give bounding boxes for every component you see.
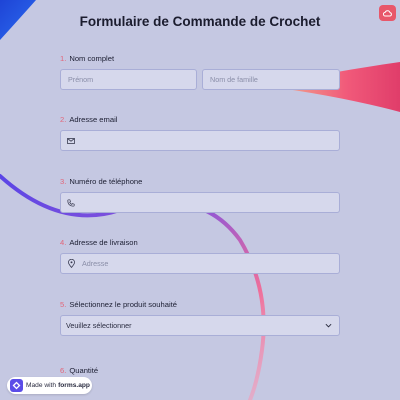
question-number: 6.: [60, 366, 67, 375]
question-label: 6. Quantité: [60, 365, 340, 377]
last-name-placeholder: Nom de famille: [210, 75, 258, 84]
made-with-text: Made with: [26, 382, 57, 389]
question-email: 2. Adresse email: [60, 114, 340, 151]
phone-icon: [64, 198, 78, 207]
question-text: Adresse email: [69, 115, 118, 124]
email-input[interactable]: [60, 130, 340, 151]
question-number: 1.: [60, 54, 67, 63]
question-text: Adresse de livraison: [69, 238, 138, 247]
made-with-badge[interactable]: Made with forms.app: [7, 377, 92, 394]
last-name-input[interactable]: Nom de famille: [202, 69, 340, 90]
question-text: Quantité: [69, 366, 99, 375]
location-pin-icon: [64, 259, 78, 268]
question-number: 2.: [60, 115, 67, 124]
question-label: 1. Nom complet: [60, 53, 340, 65]
corner-button[interactable]: [379, 5, 396, 21]
product-select-value: Veuillez sélectionner: [66, 321, 132, 330]
address-input[interactable]: Adresse: [60, 253, 340, 274]
question-label: 4. Adresse de livraison: [60, 237, 340, 249]
question-quantity: 6. Quantité: [60, 365, 340, 377]
question-number: 4.: [60, 238, 67, 247]
first-name-placeholder: Prénom: [68, 75, 94, 84]
question-text: Numéro de téléphone: [69, 177, 143, 186]
product-select[interactable]: Veuillez sélectionner: [60, 315, 340, 336]
question-label: 2. Adresse email: [60, 114, 340, 126]
question-number: 3.: [60, 177, 67, 186]
forms-app-logo-icon: [10, 379, 23, 392]
address-placeholder: Adresse: [82, 259, 109, 268]
cloud-upload-icon: [383, 10, 392, 17]
question-product: 5. Sélectionnez le produit souhaité Veuil…: [60, 299, 340, 336]
question-number: 5.: [60, 300, 67, 309]
question-full-name: 1. Nom complet Prénom Nom de famille: [60, 53, 340, 90]
mail-icon: [64, 137, 78, 144]
first-name-input[interactable]: Prénom: [60, 69, 197, 90]
brand-text: forms.app: [58, 382, 90, 389]
question-address: 4. Adresse de livraison Adresse: [60, 237, 340, 274]
question-label: 5. Sélectionnez le produit souhaité: [60, 299, 340, 311]
question-text: Sélectionnez le produit souhaité: [69, 300, 177, 309]
chevron-down-icon: [321, 323, 335, 328]
question-text: Nom complet: [69, 54, 115, 63]
question-phone: 3. Numéro de téléphone: [60, 176, 340, 213]
form-title: Formulaire de Commande de Crochet: [79, 14, 321, 29]
phone-input[interactable]: [60, 192, 340, 213]
question-label: 3. Numéro de téléphone: [60, 176, 340, 188]
